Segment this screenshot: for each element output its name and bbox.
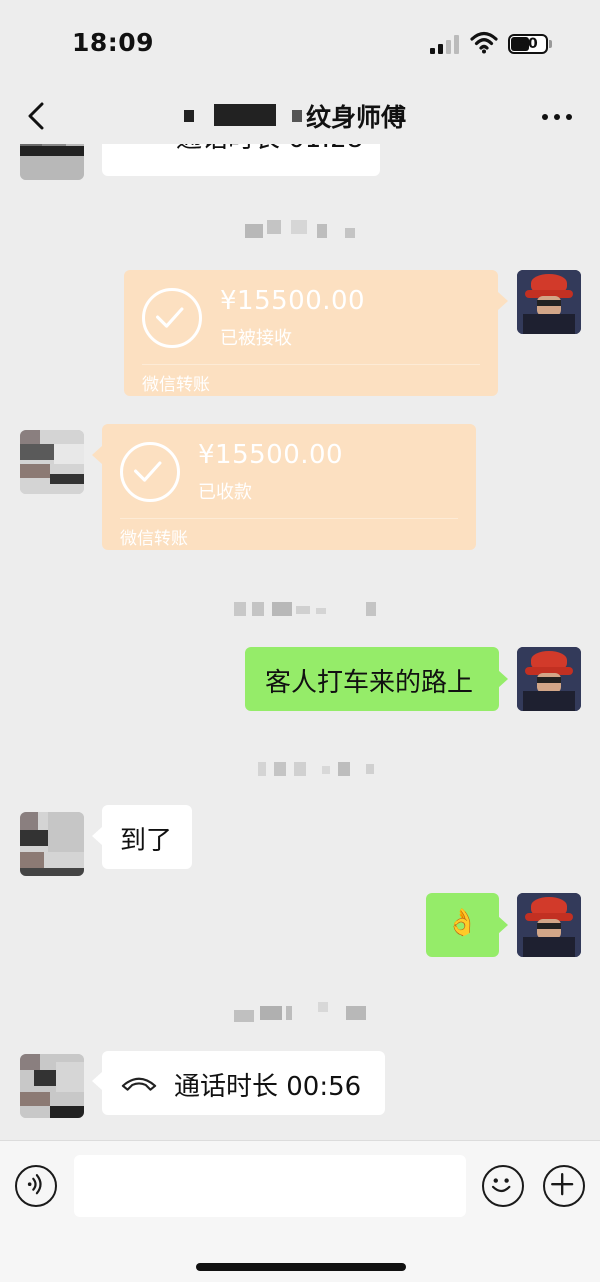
redacted-name-block xyxy=(184,110,194,122)
status-time: 18:09 xyxy=(72,28,155,57)
battery-cap xyxy=(549,40,552,48)
voice-icon[interactable] xyxy=(15,1165,57,1207)
call-record-bubble[interactable]: 通话时长 00:56 xyxy=(102,1051,385,1115)
battery-icon: 50 xyxy=(508,34,548,54)
home-indicator[interactable] xyxy=(196,1263,406,1271)
bubble-tail xyxy=(92,827,102,845)
input-bar xyxy=(0,1140,600,1282)
bubble-tail xyxy=(498,916,508,934)
transfer-status: 已被接收 xyxy=(220,328,292,349)
transfer-card-received[interactable]: ¥15500.00 已收款 微信转账 xyxy=(102,424,476,550)
redacted-timestamp xyxy=(234,1002,368,1022)
more-dots-icon[interactable] xyxy=(540,114,574,122)
avatar-me[interactable] xyxy=(517,647,581,711)
redacted-name-block xyxy=(292,110,302,122)
message-text: 客人打车来的路上 xyxy=(265,668,474,698)
redacted-timestamp xyxy=(234,602,379,618)
message-bubble-received[interactable]: 到了 xyxy=(102,805,192,869)
message-bubble-sent[interactable]: 客人打车来的路上 xyxy=(245,647,499,711)
transfer-status: 已收款 xyxy=(198,482,252,503)
transfer-label: 微信转账 xyxy=(142,375,210,395)
call-record-bubble[interactable]: 通话时长 01:28 xyxy=(102,144,380,176)
avatar-contact[interactable] xyxy=(20,812,84,876)
avatar-contact[interactable] xyxy=(20,144,84,180)
transfer-amount: ¥15500.00 xyxy=(220,286,366,316)
chat-title: 纹身师傅 xyxy=(306,103,407,132)
transfer-card-sent[interactable]: ¥15500.00 已被接收 微信转账 xyxy=(124,270,498,396)
emoji-icon[interactable] xyxy=(482,1165,524,1207)
status-bar: 18:09 50 xyxy=(0,0,600,88)
avatar-me[interactable] xyxy=(517,270,581,334)
chevron-left-icon[interactable] xyxy=(22,98,52,134)
divider xyxy=(142,364,480,365)
emoji-text: 👌 xyxy=(446,908,479,938)
plus-icon[interactable] xyxy=(543,1165,585,1207)
bubble-tail xyxy=(92,1072,102,1090)
message-list[interactable]: 通话时长 01:28 ¥15500.00 已被接收 微信转账 xyxy=(0,144,600,1140)
chat-header: 纹身师傅 xyxy=(0,88,600,144)
phone-hangup-icon xyxy=(121,1077,157,1091)
call-duration-text: 通话时长 01:28 xyxy=(176,144,363,155)
redacted-name-block xyxy=(214,104,276,126)
chat-title-wrap: 纹身师傅 xyxy=(306,98,406,134)
bubble-tail xyxy=(92,446,102,464)
divider xyxy=(120,518,458,519)
battery-level: 50 xyxy=(518,36,538,52)
message-text: 到了 xyxy=(120,826,173,856)
message-bubble-sent[interactable]: 👌 xyxy=(426,893,499,957)
cellular-signal-icon xyxy=(430,34,462,54)
call-duration-text: 通话时长 00:56 xyxy=(174,1072,362,1102)
bubble-tail xyxy=(498,670,508,688)
avatar-contact[interactable] xyxy=(20,1054,84,1118)
transfer-amount: ¥15500.00 xyxy=(198,440,344,470)
redacted-timestamp xyxy=(245,220,360,240)
bubble-tail xyxy=(498,292,508,310)
check-icon xyxy=(142,288,202,348)
message-input[interactable] xyxy=(74,1155,466,1217)
avatar-contact[interactable] xyxy=(20,430,84,494)
wifi-icon xyxy=(470,31,498,54)
transfer-label: 微信转账 xyxy=(120,529,188,549)
check-icon xyxy=(120,442,180,502)
avatar-me[interactable] xyxy=(517,893,581,957)
redacted-timestamp xyxy=(258,762,378,778)
